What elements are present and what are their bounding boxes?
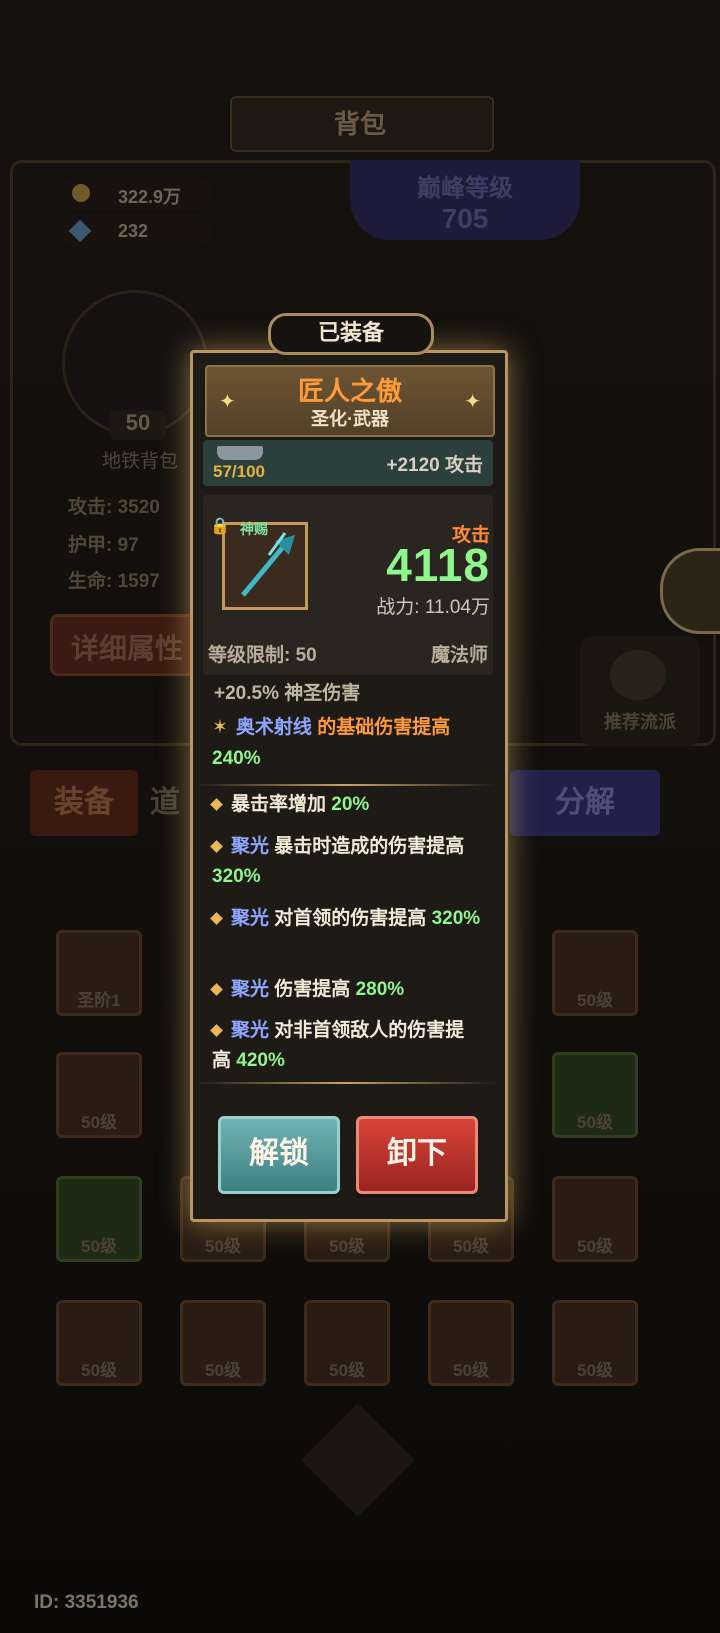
star-icon: ✶ [212, 717, 228, 738]
anvil-icon [217, 446, 263, 460]
lock-icon[interactable]: 🔒 [210, 516, 230, 536]
partial-affix-line: +20.5% 神圣伤害 [214, 683, 361, 704]
inventory-tile[interactable]: 50级 [552, 1300, 638, 1386]
peak-value: 705 [441, 203, 489, 234]
gem-counter: 232 [62, 214, 212, 248]
stat-armor: 护甲: 97 [68, 535, 139, 556]
inventory-tile[interactable]: 50级 [552, 1052, 638, 1138]
tab-items[interactable]: 道 [150, 770, 190, 836]
inventory-tile[interactable]: 50级 [56, 1300, 142, 1386]
affix-line: 聚光 伤害提高 280% [210, 975, 482, 1005]
bag-name: 地铁背包 [101, 451, 178, 472]
class-requirement: 魔法师 [430, 645, 488, 666]
coin-icon [72, 184, 90, 202]
attack-value: 4118 [386, 539, 490, 591]
divider [194, 784, 498, 786]
diamond-bullet-icon [210, 912, 223, 926]
tab-equipment[interactable]: 装备 [30, 770, 138, 836]
diamond-bullet-icon [210, 840, 223, 854]
item-name: 匠人之傲 [297, 376, 402, 406]
thumbs-up-icon [610, 650, 666, 700]
inventory-tile[interactable]: 50级 [304, 1300, 390, 1386]
forge-progress: 57/100 [213, 462, 265, 481]
divider [194, 1082, 498, 1084]
stat-attack: 攻击: 3520 [68, 497, 160, 518]
inventory-tile[interactable]: 50级 [552, 1176, 638, 1262]
inventory-tile[interactable]: 50级 [180, 1300, 266, 1386]
equipped-tab: 已装备 [268, 313, 434, 355]
level-requirement: 等级限制: 50 [208, 645, 317, 666]
unlock-button[interactable]: 解锁 [218, 1116, 340, 1194]
unequip-button[interactable]: 卸下 [356, 1116, 478, 1194]
inventory-tile[interactable]: 圣阶1 [56, 930, 142, 1016]
item-header: ✦ ✦ 匠人之傲 圣化·武器 [205, 365, 495, 437]
inventory-tile[interactable]: 50级 [56, 1176, 142, 1262]
peak-level-badge: 巅峰等级 705 [350, 160, 580, 240]
page-title: 背包 [333, 109, 386, 139]
tab-dismantle[interactable]: 分解 [510, 770, 660, 836]
inventory-tile[interactable]: 50级 [56, 1052, 142, 1138]
detail-attributes-button[interactable]: 详细属性 [50, 614, 200, 676]
stat-health: 生命: 1597 [68, 571, 160, 592]
affix-line: 暴击率增加 20% [210, 790, 482, 820]
diamond-bullet-icon [210, 798, 223, 812]
item-type: 圣化·武器 [311, 409, 389, 429]
gold-counter: 322.9万 [62, 176, 212, 210]
inventory-tile[interactable]: 50级 [552, 930, 638, 1016]
affix-line: 聚光 对非首领敌人的伤害提高 420% [210, 1020, 465, 1071]
player-id: ID: 3351936 [34, 1592, 139, 1613]
forge-row[interactable]: 57/100 +2120 攻击 [203, 440, 493, 486]
special-affix: ✶ 奥术射线 的基础伤害提高 240% [212, 717, 451, 769]
forge-bonus: +2120 攻击 [386, 455, 483, 476]
gem-icon [68, 219, 92, 243]
combat-power: 战力: 11.04万 [376, 597, 490, 618]
blessed-tag: 神赐 [240, 521, 268, 537]
player-level: 50 [110, 410, 166, 440]
inventory-tile[interactable]: 50级 [428, 1300, 514, 1386]
affix-line: 聚光 对首领的伤害提高 320% [210, 904, 482, 934]
peak-label: 巅峰等级 [417, 175, 513, 202]
affix-line: 聚光 暴击时造成的伤害提高 320% [210, 836, 465, 887]
recommend-build-button[interactable]: 推荐流派 [580, 636, 700, 746]
diamond-bullet-icon [210, 983, 223, 997]
diamond-bullet-icon [210, 1024, 223, 1038]
